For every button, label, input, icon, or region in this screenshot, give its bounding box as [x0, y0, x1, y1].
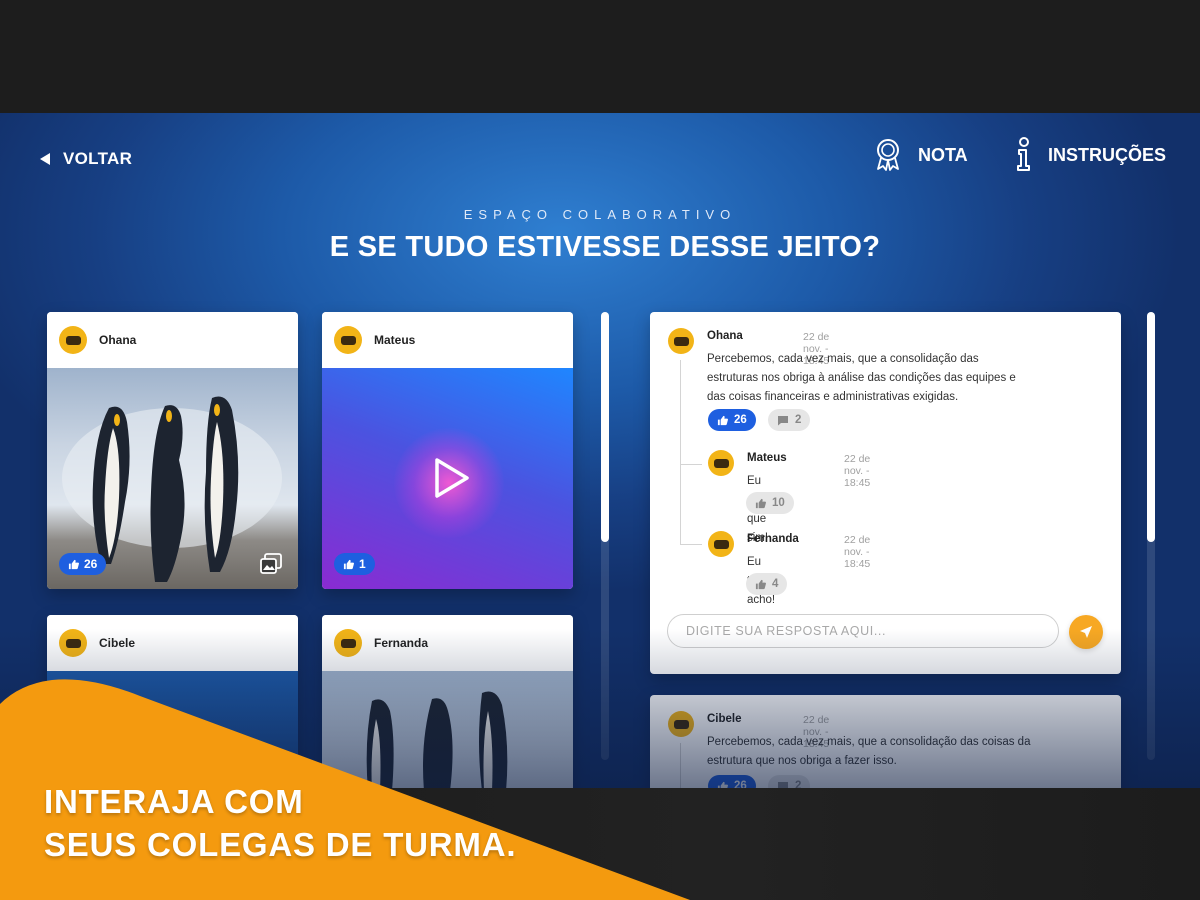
post-author: Ohana — [99, 333, 137, 347]
post-header: Fernanda — [322, 615, 573, 671]
like-count: 4 — [772, 578, 779, 590]
thread-branch — [680, 544, 702, 545]
comment-line: das coisas financeiras e administrativas… — [707, 391, 959, 403]
promo-caption: INTERAJA COM SEUS COLEGAS DE TURMA. — [44, 780, 516, 866]
play-icon[interactable] — [432, 456, 472, 500]
thumbs-up-icon — [68, 559, 79, 569]
award-ribbon-icon — [877, 139, 899, 171]
post-image[interactable] — [322, 671, 573, 789]
comments-button[interactable]: 2 — [768, 409, 811, 431]
avatar — [668, 328, 694, 354]
instructions-label: INSTRUÇÕES — [1048, 144, 1167, 165]
like-count-badge[interactable]: 26 — [59, 553, 107, 575]
avatar — [334, 629, 362, 657]
collaborative-space-screen: VOLTAR NOTA INSTRUÇÕES ESPAÇO COLABORATI… — [0, 113, 1200, 789]
thumbs-up-icon — [755, 579, 766, 589]
reply-input[interactable] — [667, 614, 1059, 648]
promo-line-2: SEUS COLEGAS DE TURMA. — [44, 826, 517, 863]
comment-author: Ohana — [707, 330, 743, 342]
section-kicker: ESPAÇO COLABORATIVO — [463, 207, 737, 222]
post-card[interactable]: Mateus 1 — [322, 312, 573, 589]
comment-text: Percebemos, cada vez mais, que a consoli… — [707, 350, 1107, 407]
comment-line: Percebemos, cada vez mais, que a consoli… — [707, 736, 1031, 748]
like-button[interactable]: 4 — [746, 573, 788, 595]
like-button[interactable]: 26 — [708, 409, 756, 431]
instructions-button[interactable]: INSTRUÇÕES — [1014, 137, 1166, 173]
promo-line-1: INTERAJA COM — [44, 783, 304, 820]
thumbs-up-icon — [717, 415, 728, 425]
comment-text: Percebemos, cada vez mais, que a consoli… — [707, 733, 1117, 771]
post-card[interactable]: Cibele — [47, 615, 298, 789]
thread-line — [680, 360, 681, 544]
reply-date: 22 de nov. - 18:45 — [844, 534, 871, 570]
reply-author: Mateus — [747, 452, 787, 464]
post-header: Mateus — [322, 312, 573, 368]
comment-author: Cibele — [707, 713, 742, 725]
thumbs-up-icon — [755, 498, 766, 508]
comment-line: estruturas nos obriga à análise das cond… — [707, 372, 1016, 384]
avatar — [708, 450, 734, 476]
avatar — [708, 531, 734, 557]
like-count: 26 — [734, 414, 747, 426]
like-count: 26 — [84, 557, 98, 571]
penguins-image — [366, 691, 508, 789]
post-image[interactable]: 26 — [47, 368, 298, 589]
post-author: Cibele — [99, 636, 136, 650]
app-screenshot: VOLTAR NOTA INSTRUÇÕES ESPAÇO COLABORATI… — [0, 0, 1200, 900]
grade-button[interactable]: NOTA — [872, 137, 968, 173]
send-icon — [1080, 626, 1092, 638]
posts-scrollbar[interactable] — [601, 312, 609, 760]
like-count-badge[interactable]: 1 — [334, 553, 375, 575]
like-button[interactable]: 10 — [746, 492, 794, 514]
back-arrow-icon — [40, 153, 50, 165]
comments-scrollbar[interactable] — [1147, 312, 1155, 760]
comments-scrollbar-thumb[interactable] — [1147, 312, 1155, 542]
avatar — [59, 326, 87, 354]
top-letterbox — [0, 0, 1200, 113]
comment-thread: Cibele 22 de nov. - 18:45 Percebemos, ca… — [650, 695, 1121, 789]
post-header: Ohana — [47, 312, 298, 368]
like-count: 1 — [359, 557, 366, 571]
thread-branch — [680, 464, 702, 465]
send-button[interactable] — [1069, 615, 1103, 649]
post-author: Fernanda — [374, 636, 429, 650]
grade-label: NOTA — [918, 144, 968, 165]
posts-scrollbar-thumb[interactable] — [601, 312, 609, 542]
back-label: VOLTAR — [63, 149, 133, 168]
reply-author: Fernanda — [747, 533, 799, 545]
thread-line — [680, 743, 681, 789]
back-button[interactable]: VOLTAR — [40, 149, 132, 169]
comment-line: estrutura que nos obriga a fazer isso. — [707, 755, 897, 767]
reply-date: 22 de nov. - 18:45 — [844, 453, 871, 489]
comment-line: Percebemos, cada vez mais, que a consoli… — [707, 353, 979, 365]
post-card[interactable]: Ohana 26 — [47, 312, 298, 589]
like-count: 10 — [772, 497, 785, 509]
post-card[interactable]: Fernanda — [322, 615, 573, 789]
thumbs-up-icon — [343, 559, 354, 569]
gallery-icon — [260, 553, 282, 574]
like-button[interactable]: 26 — [708, 775, 756, 789]
comment-icon — [778, 415, 788, 425]
post-author: Mateus — [374, 333, 416, 347]
info-icon — [1017, 137, 1030, 171]
page-title: E SE TUDO ESTIVESSE DESSE JEITO? — [329, 231, 881, 263]
comment-thread: Ohana 22 de nov. - 18:45 Percebemos, cad… — [650, 312, 1121, 674]
avatar — [668, 711, 694, 737]
comments-button[interactable]: 2 — [768, 775, 811, 789]
avatar — [334, 326, 362, 354]
post-header: Cibele — [47, 615, 298, 671]
post-video[interactable]: 1 — [322, 368, 573, 589]
post-image[interactable] — [47, 671, 298, 789]
avatar — [59, 629, 87, 657]
comment-count: 2 — [795, 414, 802, 426]
